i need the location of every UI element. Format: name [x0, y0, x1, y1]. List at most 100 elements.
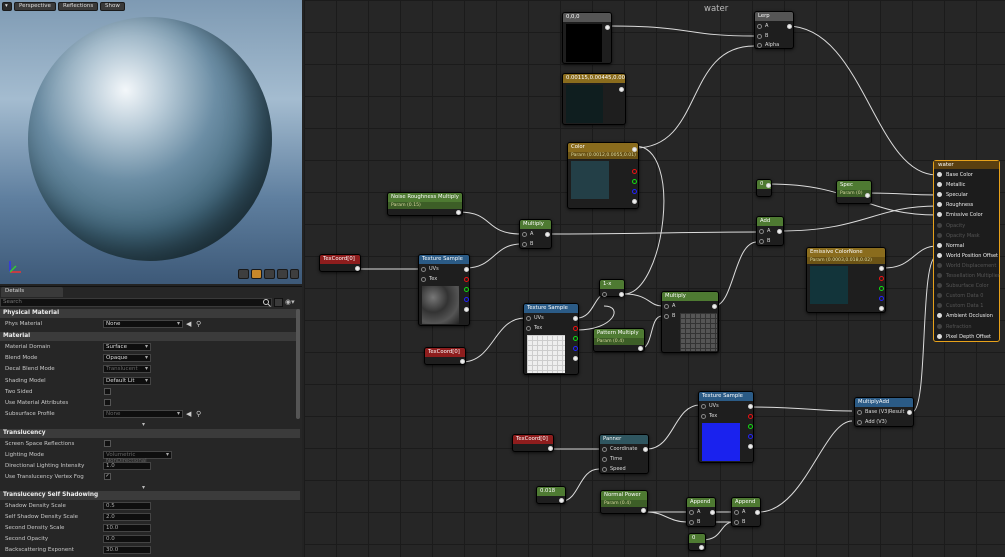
material-domain-dropdown[interactable]: Surface: [103, 343, 151, 351]
output-pin-g[interactable]: [632, 179, 637, 184]
output-pin[interactable]: [460, 359, 465, 364]
output-pin-b[interactable]: [748, 434, 753, 439]
input-pin-dot[interactable]: [937, 232, 942, 238]
input-pin-alpha[interactable]: [757, 43, 762, 48]
output-pin[interactable]: [464, 267, 469, 272]
show-button[interactable]: Show: [100, 2, 125, 11]
result-pin-base-color[interactable]: Base Color: [937, 172, 973, 180]
input-pin-dot[interactable]: [937, 262, 942, 268]
output-pin[interactable]: [787, 24, 792, 29]
input-pin-tex[interactable]: [526, 326, 531, 331]
browse-search-icon[interactable]: ⚲: [196, 410, 201, 418]
input-pin-tex[interactable]: [701, 414, 706, 419]
result-pin-pixel-depth-offset[interactable]: Pixel Depth Offset: [937, 333, 991, 342]
advanced-expand-arrow-icon[interactable]: ▾: [142, 484, 150, 491]
input-pin-b[interactable]: [734, 520, 739, 525]
node-constant-zero-2[interactable]: 0: [688, 533, 706, 551]
output-pin[interactable]: [712, 304, 717, 309]
output-pin[interactable]: [619, 292, 624, 297]
subsurface-profile-dropdown[interactable]: None: [103, 410, 183, 418]
input-pin-uvs[interactable]: [701, 404, 706, 409]
node-multiply-add[interactable]: MultiplyAdd Base (V3) Add (V3) Result: [854, 397, 914, 427]
shading-model-dropdown[interactable]: Default Lit: [103, 377, 151, 385]
input-pin-uvs[interactable]: [526, 316, 531, 321]
node-texcoord-2[interactable]: TexCoord[0]: [424, 347, 466, 365]
input-pin-dot[interactable]: [937, 283, 942, 289]
sphere-preview-icon[interactable]: [251, 269, 262, 279]
output-pin-r[interactable]: [464, 277, 469, 282]
output-pin-result[interactable]: [907, 410, 912, 415]
input-pin-coordinate[interactable]: [602, 447, 607, 452]
input-pin-b[interactable]: [664, 314, 669, 319]
input-pin-dot[interactable]: [937, 252, 942, 258]
node-panner[interactable]: Panner Coordinate Time Speed: [599, 434, 649, 474]
result-pin-roughness[interactable]: Roughness: [937, 202, 973, 210]
advanced-expand-arrow-icon[interactable]: ▾: [142, 421, 150, 428]
input-pin-dot[interactable]: [937, 313, 942, 319]
category-translucency-self-shadowing[interactable]: Translucency Self Shadowing: [0, 491, 300, 500]
node-constant-000[interactable]: 0,0,0: [562, 12, 612, 64]
perspective-button[interactable]: Perspective: [14, 2, 56, 11]
node-one-minus[interactable]: 1-x: [599, 279, 625, 297]
output-pin[interactable]: [355, 266, 360, 271]
output-pin[interactable]: [559, 498, 564, 503]
arrow-left-icon[interactable]: ◀: [186, 320, 191, 328]
cube-preview-icon[interactable]: [277, 269, 288, 279]
output-pin[interactable]: [545, 232, 550, 237]
input-pin-uvs[interactable]: [421, 267, 426, 272]
blend-mode-dropdown[interactable]: Opaque: [103, 354, 151, 362]
output-pin[interactable]: [619, 87, 624, 92]
node-texture-sample-2[interactable]: Texture Sample UVs Tex: [523, 303, 579, 375]
result-pin-subsurface-color[interactable]: Subsurface Color: [937, 283, 989, 291]
two-sided-checkbox[interactable]: [104, 388, 111, 395]
input-pin-dot[interactable]: [937, 333, 942, 339]
node-emissive-color-param[interactable]: Emissive ColorNone Param (0.0003,0.018,0…: [806, 247, 886, 313]
output-pin[interactable]: [710, 510, 715, 515]
browse-search-icon[interactable]: ⚲: [196, 320, 201, 328]
output-pin-g[interactable]: [464, 287, 469, 292]
output-pin-g[interactable]: [573, 336, 578, 341]
details-scrollbar[interactable]: [296, 309, 300, 419]
output-pin-g[interactable]: [879, 286, 884, 291]
input-pin-b[interactable]: [522, 242, 527, 247]
node-normal-power[interactable]: Normal Power Param (0.4): [600, 490, 648, 514]
decal-blend-mode-dropdown[interactable]: Translucent: [103, 365, 151, 373]
result-pin-specular[interactable]: Specular: [937, 192, 968, 200]
mesh-preview-icon[interactable]: [290, 269, 299, 279]
node-constant-0018[interactable]: 0.018: [536, 486, 566, 504]
reflections-button[interactable]: Reflections: [58, 2, 99, 11]
search-input[interactable]: Search: [0, 298, 272, 307]
input-pin-dot[interactable]: [937, 172, 942, 177]
use-translucency-vertex-fog-checkbox[interactable]: ✓: [104, 473, 111, 480]
input-pin-b[interactable]: [759, 239, 764, 244]
node-multiply-1[interactable]: Multiply A B: [519, 219, 552, 249]
cylinder-preview-icon[interactable]: [238, 269, 249, 279]
result-pin-custom-data-0[interactable]: Custom Data 0: [937, 293, 983, 301]
phys-material-dropdown[interactable]: None: [103, 320, 183, 328]
input-pin-dot[interactable]: [937, 202, 942, 208]
input-pin-dot[interactable]: [937, 212, 942, 218]
input-pin-a[interactable]: [757, 24, 762, 29]
output-pin[interactable]: [879, 266, 884, 271]
input-pin-a[interactable]: [689, 510, 694, 515]
second-density-scale-field[interactable]: 10.0: [103, 524, 151, 532]
output-pin[interactable]: [865, 193, 870, 198]
result-pin-custom-data-1[interactable]: Custom Data 1: [937, 303, 983, 311]
input-pin-a[interactable]: [664, 304, 669, 309]
screen-space-reflections-checkbox[interactable]: [104, 440, 111, 447]
node-color-param[interactable]: Color Param (0.0012,0.0055,0.01): [567, 142, 639, 209]
backscattering-exponent-field[interactable]: 30.0: [103, 546, 151, 554]
result-pin-ambient-occlusion[interactable]: Ambient Occlusion: [937, 313, 993, 321]
node-texcoord-1[interactable]: TexCoord[0]: [319, 254, 361, 272]
output-pin[interactable]: [699, 545, 704, 550]
result-pin-emissive-color[interactable]: Emissive Color: [937, 212, 983, 220]
output-pin-a[interactable]: [748, 444, 753, 449]
result-pin-tessellation-multiplier[interactable]: Tessellation Multiplier: [937, 273, 1000, 281]
node-multiply-2[interactable]: Multiply A B: [661, 291, 719, 353]
output-pin[interactable]: [638, 346, 643, 351]
plane-preview-icon[interactable]: [264, 269, 275, 279]
result-pin-metallic[interactable]: Metallic: [937, 182, 965, 190]
output-pin[interactable]: [748, 404, 753, 409]
output-pin[interactable]: [641, 508, 646, 513]
category-translucency[interactable]: Translucency: [0, 429, 300, 438]
